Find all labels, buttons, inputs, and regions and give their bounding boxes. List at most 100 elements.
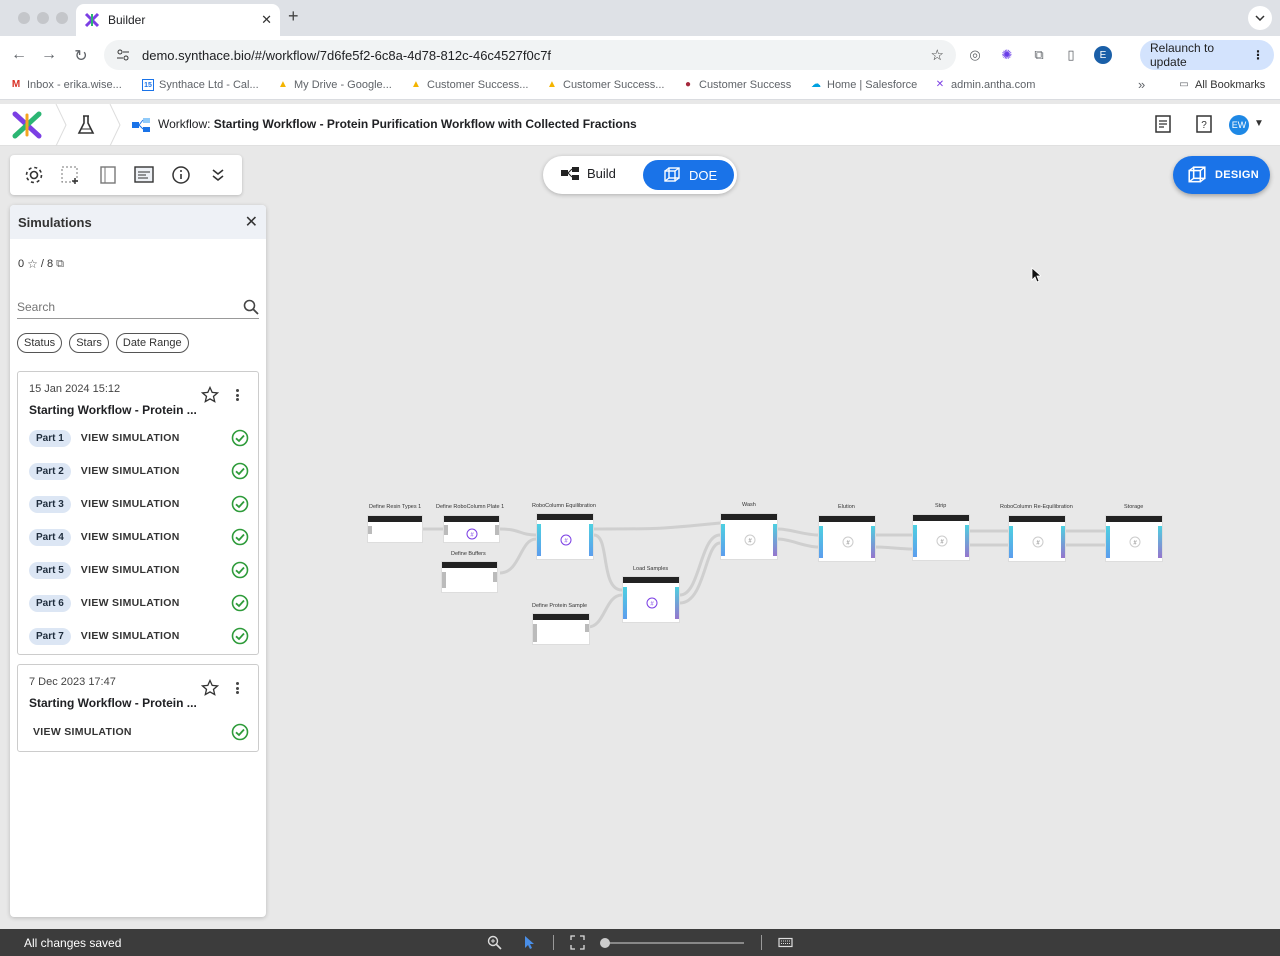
- view-simulation-link[interactable]: VIEW SIMULATION: [81, 597, 231, 609]
- star-icon[interactable]: [201, 386, 219, 404]
- layout-panel-icon[interactable]: [97, 164, 119, 186]
- search-input[interactable]: [17, 299, 243, 314]
- profile-avatar[interactable]: E: [1094, 46, 1112, 64]
- tab-search-button[interactable]: [1248, 6, 1272, 30]
- workflow-node-robocolumn-equilibration[interactable]: #: [536, 513, 594, 560]
- help-icon[interactable]: ?: [1194, 114, 1214, 134]
- bookmark-item[interactable]: ✕ admin.antha.com: [934, 79, 1036, 91]
- workflow-node-define-robocolumn-plate[interactable]: #: [443, 515, 500, 543]
- more-vert-icon[interactable]: [234, 386, 240, 404]
- simulation-date: 15 Jan 2024 15:12: [29, 383, 121, 395]
- keyboard-icon[interactable]: [778, 935, 793, 950]
- window-minimize-dot[interactable]: [37, 12, 49, 24]
- url-text[interactable]: demo.synthace.bio/#/workflow/7d6fe5f2-6c…: [142, 48, 931, 63]
- design-button[interactable]: DESIGN: [1173, 156, 1270, 194]
- back-icon[interactable]: ←: [4, 46, 34, 64]
- bookmark-item[interactable]: ▲ My Drive - Google...: [277, 79, 392, 91]
- view-simulation-link[interactable]: VIEW SIMULATION: [81, 531, 231, 543]
- extension-lock-icon[interactable]: ◎: [966, 46, 984, 64]
- bookmarks-overflow-icon[interactable]: »: [1138, 77, 1145, 92]
- zoom-slider-track[interactable]: [604, 942, 744, 944]
- mode-toggle: Build DOE: [543, 156, 737, 194]
- search-field[interactable]: [17, 295, 259, 319]
- extensions-puzzle-icon[interactable]: ⧉: [1030, 46, 1048, 64]
- doe-mode-button[interactable]: DOE: [643, 160, 734, 190]
- new-tab-button[interactable]: +: [288, 6, 299, 27]
- date-range-filter-chip[interactable]: Date Range: [115, 333, 189, 353]
- flask-icon[interactable]: [76, 114, 96, 136]
- simulation-count: 0 ☆ / 8 ⧉: [18, 257, 64, 271]
- simulation-card[interactable]: 15 Jan 2024 15:12 Starting Workflow - Pr…: [17, 371, 259, 655]
- bookmark-item[interactable]: ▲ Customer Success...: [410, 79, 528, 91]
- workflow-node-define-buffers[interactable]: [441, 561, 498, 593]
- bookmark-item[interactable]: ☁ Home | Salesforce: [810, 79, 917, 91]
- gear-icon[interactable]: [23, 164, 45, 186]
- workflow-node-wash[interactable]: #: [720, 513, 778, 560]
- relaunch-to-update-button[interactable]: Relaunch to update ⋮: [1140, 40, 1274, 70]
- workflow-node-strip[interactable]: #: [912, 514, 970, 561]
- zoom-slider-thumb[interactable]: [600, 938, 610, 948]
- star-icon[interactable]: [201, 679, 219, 697]
- element-icon: #: [466, 528, 478, 540]
- workflow-node-define-resin-types[interactable]: [367, 515, 423, 543]
- search-icon[interactable]: [243, 299, 259, 315]
- stars-filter-chip[interactable]: Stars: [69, 333, 109, 353]
- chrome-menu-icon[interactable]: ⋮: [1252, 48, 1264, 62]
- fit-to-screen-icon[interactable]: [570, 935, 585, 950]
- part-badge: Part 3: [29, 495, 71, 513]
- selection-add-icon[interactable]: [60, 164, 82, 186]
- simulations-panel: Simulations ✕ 0 ☆ / 8 ⧉ Status Stars Dat…: [10, 205, 266, 917]
- site-settings-icon[interactable]: [116, 48, 130, 62]
- salesforce-icon: ☁: [811, 79, 821, 90]
- simulations-icon[interactable]: [133, 164, 155, 186]
- success-check-icon: [231, 561, 249, 579]
- folder-icon: ▭: [1179, 79, 1189, 90]
- simulation-name[interactable]: Starting Workflow - Protein ...: [29, 696, 197, 710]
- window-close-dot[interactable]: [18, 12, 30, 24]
- forward-icon[interactable]: →: [34, 46, 64, 64]
- workflow-node-load-samples[interactable]: #: [622, 576, 680, 623]
- bookmark-item[interactable]: M Inbox - erika.wise...: [10, 79, 122, 91]
- synthace-icon: ✕: [935, 79, 945, 90]
- bookmark-item[interactable]: ● Customer Success: [682, 79, 791, 91]
- address-bar[interactable]: demo.synthace.bio/#/workflow/7d6fe5f2-6c…: [104, 40, 956, 70]
- bookmark-item[interactable]: 15 Synthace Ltd - Cal...: [142, 79, 259, 91]
- workflow-title: Workflow: Starting Workflow - Protein Pu…: [158, 117, 637, 131]
- browser-tab-builder[interactable]: Builder ✕: [76, 4, 280, 36]
- notes-icon[interactable]: [1153, 114, 1173, 134]
- select-pointer-icon[interactable]: [522, 935, 537, 950]
- window-zoom-dot[interactable]: [56, 12, 68, 24]
- zoom-in-icon[interactable]: [487, 935, 502, 950]
- workflow-node-define-protein-sample[interactable]: [532, 613, 590, 645]
- info-icon[interactable]: [170, 164, 192, 186]
- simulation-name[interactable]: Starting Workflow - Protein ...: [29, 403, 197, 417]
- simulation-part-row: Part 3 VIEW SIMULATION: [29, 494, 249, 514]
- doe-label: DOE: [689, 167, 718, 183]
- double-chevron-down-icon[interactable]: [207, 164, 229, 186]
- view-simulation-link[interactable]: VIEW SIMULATION: [33, 726, 231, 738]
- bookmark-item[interactable]: ▲ Customer Success...: [546, 79, 664, 91]
- view-simulation-link[interactable]: VIEW SIMULATION: [81, 432, 231, 444]
- bookmark-star-icon[interactable]: ☆: [931, 46, 944, 64]
- workflow-node-robocolumn-re-equilibration[interactable]: #: [1008, 515, 1066, 562]
- build-mode-button[interactable]: Build: [561, 166, 616, 181]
- view-simulation-link[interactable]: VIEW SIMULATION: [81, 630, 231, 642]
- user-avatar[interactable]: EW: [1229, 115, 1249, 135]
- status-filter-chip[interactable]: Status: [17, 333, 63, 353]
- tab-close-icon[interactable]: ✕: [261, 12, 272, 28]
- workflow-node-elution[interactable]: #: [818, 515, 876, 562]
- reload-icon[interactable]: ↻: [66, 46, 96, 66]
- side-panel-icon[interactable]: ▯: [1062, 46, 1080, 64]
- workflow-node-storage[interactable]: #: [1105, 515, 1163, 562]
- all-bookmarks-folder[interactable]: ▭ All Bookmarks: [1178, 79, 1265, 91]
- extension-spark-icon[interactable]: ✺: [998, 46, 1016, 64]
- simulation-card[interactable]: 7 Dec 2023 17:47 Starting Workflow - Pro…: [17, 664, 259, 752]
- view-simulation-link[interactable]: VIEW SIMULATION: [81, 564, 231, 576]
- view-simulation-link[interactable]: VIEW SIMULATION: [81, 498, 231, 510]
- more-vert-icon[interactable]: [234, 679, 240, 697]
- view-simulation-link[interactable]: VIEW SIMULATION: [81, 465, 231, 477]
- browser-toolbar: ← → ↻ demo.synthace.bio/#/workflow/7d6fe…: [0, 36, 1280, 74]
- user-menu-caret-icon[interactable]: ▼: [1254, 118, 1264, 129]
- close-icon[interactable]: ✕: [245, 212, 258, 232]
- synthace-logo-icon[interactable]: [12, 111, 42, 139]
